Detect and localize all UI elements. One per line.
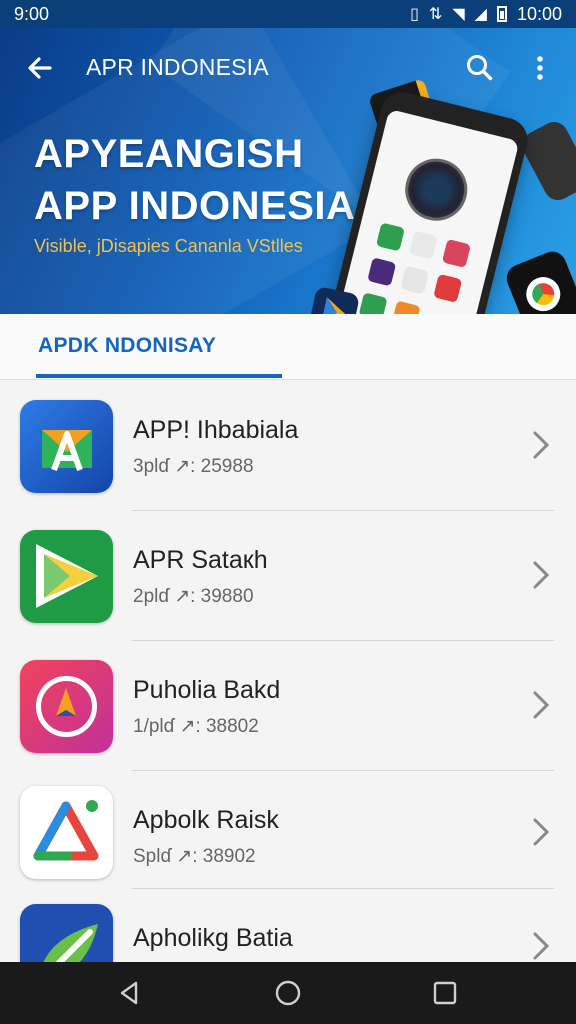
app-name: Apholikg Batia	[133, 924, 293, 952]
system-nav-bar	[0, 962, 576, 1024]
phone-screen	[335, 108, 520, 314]
overflow-menu-button[interactable]	[522, 50, 558, 86]
dial-illustration	[398, 152, 474, 228]
chevron-right-icon	[533, 691, 550, 719]
mini-app-icon	[367, 257, 397, 287]
app-meta: 3plɗ ↗: 25988	[133, 456, 254, 477]
app-list: APP! Ihbabiala 3plɗ ↗: 25988 APR Sataкh …	[0, 380, 576, 962]
app-name: APP! Ihbabiala	[133, 416, 299, 444]
app-icon	[20, 786, 113, 879]
list-item[interactable]: Apbolk Raisk Splɗ ↗: 38902	[0, 770, 576, 900]
mini-app-icon	[408, 230, 438, 260]
mini-app-icon	[400, 265, 430, 295]
compass-icon	[36, 676, 97, 737]
chevron-right-icon	[533, 561, 550, 589]
mini-app-icon	[358, 292, 388, 314]
chrome-device-illustration	[502, 247, 576, 314]
hero-title-line1: APYEANGISH	[34, 132, 304, 176]
nav-recents-icon[interactable]	[430, 978, 460, 1008]
pencil-leaf-icon	[43, 924, 98, 962]
list-item[interactable]: APP! Ihbabiala 3plɗ ↗: 25988	[0, 380, 576, 510]
chrome-logo-icon	[521, 271, 566, 314]
app-meta: 1/plɗ ↗: 38802	[133, 716, 259, 737]
data-icon: ⇅	[428, 6, 443, 23]
arrow-left-icon	[28, 57, 52, 79]
toolbar: APR INDONESIA	[0, 28, 576, 106]
tab-bar: APDK NDONISAY	[0, 314, 576, 380]
list-item[interactable]: Apholikg Batia	[0, 888, 576, 962]
tab-apdk-ndonisay[interactable]: APDK NDONISAY	[38, 334, 216, 358]
status-icons: ▯ ⇅ ◥ ◢ 10:00	[410, 4, 562, 25]
mini-app-icon	[441, 238, 471, 268]
battery-icon	[496, 6, 507, 22]
status-time-right: 10:00	[516, 3, 562, 24]
mini-app-icon	[391, 300, 421, 314]
nav-back-icon[interactable]	[114, 978, 144, 1008]
vibrate-icon: ▯	[410, 6, 419, 23]
remote-illustration	[517, 117, 576, 205]
hero-subtitle: Visible, jDisapies Cananla VStlles	[34, 236, 303, 256]
back-button[interactable]	[22, 50, 58, 86]
app-icon	[20, 530, 113, 623]
signal-icon: ◢	[474, 6, 487, 23]
status-time-left: 9:00	[14, 3, 50, 24]
triangle-a-icon	[33, 800, 99, 861]
app-icon	[20, 904, 113, 962]
chevron-right-icon	[533, 932, 550, 960]
chevron-right-icon	[533, 431, 550, 459]
mini-app-icon	[433, 273, 463, 303]
status-bar: 9:00 ▯ ⇅ ◥ ◢ 10:00	[0, 0, 576, 28]
chevron-right-icon	[533, 818, 550, 846]
list-item[interactable]: Puholia Bakd 1/plɗ ↗: 38802	[0, 640, 576, 770]
app-name: Puholia Bakd	[133, 676, 281, 704]
hero-banner: APR INDONESIA APYEANGISH APP INDONESIA V…	[0, 28, 576, 314]
app-name: Apbolk Raisk	[133, 806, 279, 834]
app-meta: Splɗ ↗: 38902	[133, 846, 256, 867]
app-meta: 2plɗ ↗: 39880	[133, 586, 254, 607]
play-triangle-icon	[36, 544, 98, 608]
hero-title-line2: APP INDONESIA	[34, 184, 356, 228]
search-icon	[467, 55, 493, 81]
more-vert-icon	[537, 56, 543, 80]
search-button[interactable]	[462, 50, 498, 86]
toolbar-title: APR INDONESIA	[86, 54, 269, 80]
app-icon	[20, 400, 113, 493]
list-item[interactable]: APR Sataкh 2plɗ ↗: 39880	[0, 510, 576, 640]
envelope-a-icon	[42, 430, 92, 472]
app-icon	[20, 660, 113, 753]
nav-home-icon[interactable]	[273, 978, 303, 1008]
wifi-icon: ◥	[452, 6, 465, 23]
tab-indicator	[36, 374, 282, 378]
mini-app-icon	[375, 222, 405, 252]
app-name: APR Sataкh	[133, 546, 268, 574]
phone-illustration	[325, 87, 533, 314]
